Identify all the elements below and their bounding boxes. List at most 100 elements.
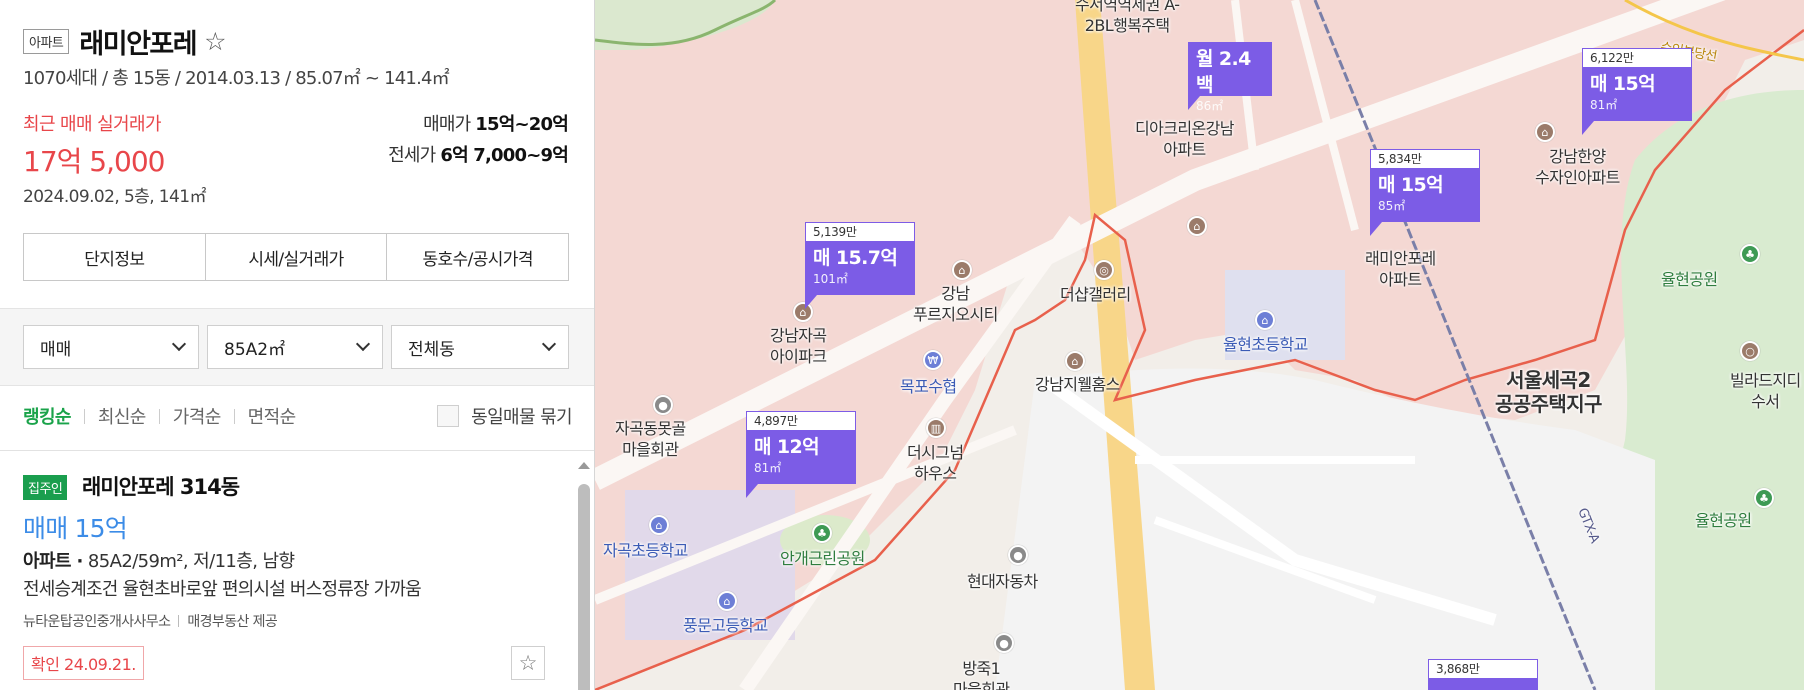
map-label-diacrion[interactable]: 디아크리온강남 아파트 (1135, 118, 1234, 160)
park-tree-icon[interactable]: ♣ (812, 523, 832, 543)
listing-agent: 뉴타운탑공인중개사사무소 매경부동산 제공 (23, 611, 278, 631)
marker-pointer (1582, 121, 1594, 135)
marker-area: 85㎡ (1378, 199, 1406, 213)
price-marker-hanyang-sujain[interactable]: 6,122만 매 15억 81㎡ (1582, 48, 1692, 135)
sort-ranking[interactable]: 랭킹순 (23, 403, 71, 429)
map-label-pungmun-high[interactable]: 풍문고등학교 (683, 615, 768, 636)
recent-deal-label: 최근 매매 실거래가 (23, 114, 162, 135)
listing-spec-type: 아파트 · (23, 551, 83, 572)
marker-unit-price: 6,122만 (1582, 48, 1692, 67)
building-select[interactable]: 전체동 (391, 325, 569, 369)
school-icon[interactable]: ⌂ (649, 515, 669, 535)
park-tree-icon[interactable]: ♣ (1740, 244, 1760, 264)
map-label-yulhyeon-park[interactable]: 율현공원 (1661, 269, 1718, 290)
listing-spec: 아파트 · 85A2/59m², 저/11층, 남향 (23, 547, 295, 573)
trade-type-select[interactable]: 매매 (23, 325, 199, 369)
chevron-down-icon (355, 336, 371, 352)
map-label-the-sharp-gallery[interactable]: 더샵갤러리 (1060, 284, 1131, 305)
area-value: 85A2㎡ (224, 339, 286, 360)
map-label-hyundai-motor[interactable]: 현대자동차 (967, 571, 1038, 592)
group-checkbox-label: 동일매물 묶기 (471, 407, 572, 428)
map-label-signum-house[interactable]: 더시그넘 하우스 (907, 442, 964, 484)
map-label-angae-park[interactable]: 안개근린공원 (780, 548, 865, 569)
marker-pointer (1370, 222, 1382, 236)
town-hall-icon[interactable]: ● (994, 633, 1014, 653)
agent-name[interactable]: 뉴타운탑공인중개사사무소 (23, 611, 171, 631)
map-label-yulhyeon-park-2[interactable]: 율현공원 (1695, 510, 1752, 531)
price-marker-motgol[interactable]: 4,897만 매 12억 81㎡ (746, 411, 856, 498)
marker-unit-price: 5,834만 (1370, 149, 1480, 168)
listing-spec-detail: 85A2/59m², 저/11층, 남향 (82, 551, 295, 572)
sort-divider (158, 408, 160, 424)
tab-unit-official-price[interactable]: 동호수/공시가격 (387, 234, 568, 280)
recent-deal-detail: 2024.09.02, 5층, 141㎡ (23, 187, 206, 207)
company-icon[interactable]: ● (1008, 545, 1028, 565)
marker-area: 81㎡ (1590, 98, 1618, 112)
jeonse-range-label: 전세가 (388, 145, 436, 166)
app-root: 아파트 래미안포레 ☆ 1070세대 / 총 15동 / 2014.03.13 … (0, 0, 1804, 690)
listing-title[interactable]: 래미안포레 314동 (82, 471, 240, 501)
group-checkbox[interactable] (437, 405, 460, 427)
map-label-prugio-city[interactable]: 강남 푸르지오시티 (913, 283, 998, 325)
complex-title: 래미안포레 (79, 29, 197, 60)
marker-price: 매 15억 (1378, 174, 1444, 196)
marker-unit-price: 5,139만 (805, 222, 915, 241)
jeonse-range-value: 6억 7,000~9억 (440, 145, 568, 166)
sort-latest[interactable]: 최신순 (98, 403, 146, 429)
map-label-jagok-ipark[interactable]: 강남자곡 아이파크 (770, 325, 827, 367)
town-hall-icon[interactable]: ● (653, 395, 673, 415)
price-marker-jagok-ipark[interactable]: 5,139만 매 15.7억 101㎡ (805, 222, 915, 309)
map-label-mokpo-suhyup[interactable]: 목포수협 (900, 376, 957, 397)
park-tree-icon[interactable]: ♣ (1754, 488, 1774, 508)
building-icon[interactable]: ⌂ (1065, 351, 1085, 371)
map-label-motgol-hall[interactable]: 자곡동못골 마을회관 (615, 418, 686, 460)
sort-options: 랭킹순 최신순 가격순 면적순 (23, 403, 296, 429)
map-label-jagok-elementary[interactable]: 자곡초등학교 (603, 540, 688, 561)
building-icon[interactable]: ⌂ (1535, 122, 1555, 142)
complex-info-panel: 아파트 래미안포레 ☆ 1070세대 / 총 15동 / 2014.03.13 … (0, 0, 595, 690)
recent-deal-price: 17억 5,000 (23, 145, 165, 178)
favorite-star-icon[interactable]: ☆ (204, 27, 226, 56)
sort-area[interactable]: 면적순 (248, 403, 296, 429)
area-select[interactable]: 85A2㎡ (207, 325, 383, 369)
marker-price: 매 15억 (1590, 73, 1656, 95)
data-provider: 매경부동산 제공 (187, 614, 278, 630)
map-view[interactable]: 수서역역세권 A- 2BL행복주택 디아크리온강남 아파트 강남한양 수자인아파… (595, 0, 1804, 690)
marker-pointer (805, 295, 817, 309)
school-icon[interactable]: ⌂ (717, 591, 737, 611)
building-icon[interactable]: ⌂ (952, 260, 972, 280)
map-label-villa-gd[interactable]: 빌라드지디 수서 (1730, 370, 1801, 412)
list-scrollbar[interactable] (578, 462, 590, 690)
map-label-haengbok[interactable]: 수서역역세권 A- 2BL행복주택 (1075, 0, 1180, 36)
price-marker-bottom[interactable]: 3,868만 (1428, 659, 1538, 690)
bank-icon[interactable]: ₩ (923, 350, 943, 370)
map-label-bangjuk-hall[interactable]: 방죽1 마을회관 (953, 658, 1010, 690)
building-icon[interactable]: ▥ (926, 418, 946, 438)
sort-price[interactable]: 가격순 (173, 403, 221, 429)
marker-price: 매 12억 (754, 436, 820, 458)
map-label-hanyang-sujain[interactable]: 강남한양 수자인아파트 (1535, 146, 1620, 188)
marker-area: 101㎡ (813, 272, 848, 286)
map-label-segok2-district[interactable]: 서울세곡2 공공주택지구 (1495, 368, 1602, 416)
tab-price-history[interactable]: 시세/실거래가 (206, 234, 388, 280)
tab-complex-info[interactable]: 단지정보 (24, 234, 206, 280)
group-same-listings[interactable]: 동일매물 묶기 (437, 403, 573, 429)
list-item[interactable]: 집주인 래미안포레 314동 매매 15억 아파트 · 85A2/59m², 저… (0, 451, 580, 690)
listing-favorite-star-icon[interactable]: ☆ (511, 646, 545, 680)
property-type-badge: 아파트 (23, 29, 70, 54)
price-marker-raemian-forest[interactable]: 5,834만 매 15억 85㎡ (1370, 149, 1480, 236)
price-marker-diacrion[interactable]: 월 2.4백 86㎡ (1188, 42, 1272, 113)
marker-area: 86㎡ (1196, 99, 1224, 113)
map-label-raemian-forest[interactable]: 래미안포레 아파트 (1365, 248, 1436, 290)
map-label-yulhyeon-elementary[interactable]: 율현초등학교 (1223, 334, 1308, 355)
marker-unit-price: 3,868만 (1428, 659, 1538, 678)
scroll-up-arrow-icon[interactable] (578, 462, 590, 469)
shopping-bag-icon[interactable]: ◎ (1094, 260, 1114, 280)
confirmed-date-badge: 확인 24.09.21. (23, 646, 144, 680)
school-icon[interactable]: ⌂ (1255, 310, 1275, 330)
complex-header: 아파트 래미안포레 ☆ (23, 22, 227, 61)
map-label-jiwell-homes[interactable]: 강남지웰홈스 (1035, 374, 1120, 395)
scroll-thumb[interactable] (578, 484, 590, 690)
ring-icon[interactable]: ○ (1740, 341, 1760, 361)
building-icon[interactable]: ⌂ (1187, 216, 1207, 236)
